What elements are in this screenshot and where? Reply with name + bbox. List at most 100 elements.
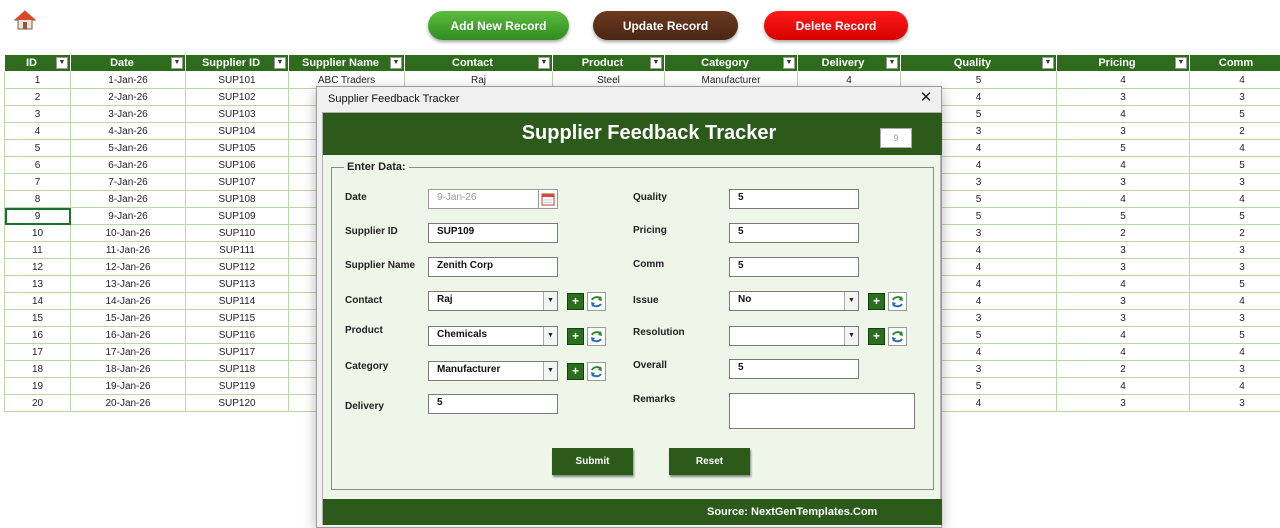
table-cell[interactable]: 3: [1056, 292, 1190, 310]
table-cell[interactable]: 6-Jan-26: [70, 156, 186, 174]
filter-dropdown-icon[interactable]: ▼: [1042, 57, 1054, 69]
table-cell[interactable]: 5-Jan-26: [70, 139, 186, 157]
table-cell[interactable]: 15-Jan-26: [70, 309, 186, 327]
pricing-field[interactable]: 5: [729, 223, 859, 243]
refresh-issue-icon[interactable]: [888, 292, 907, 311]
table-cell[interactable]: 6: [4, 156, 71, 174]
table-cell[interactable]: 8: [4, 190, 71, 208]
filter-dropdown-icon[interactable]: ▼: [783, 57, 795, 69]
column-header[interactable]: Comm▼: [1189, 54, 1280, 72]
column-header[interactable]: Pricing ▼: [1056, 54, 1190, 72]
table-cell[interactable]: 20-Jan-26: [70, 394, 186, 412]
table-cell[interactable]: 4: [1189, 343, 1280, 361]
table-cell[interactable]: SUP116: [185, 326, 289, 344]
table-cell[interactable]: 20: [4, 394, 71, 412]
table-cell[interactable]: 4: [1056, 343, 1190, 361]
table-cell[interactable]: 16-Jan-26: [70, 326, 186, 344]
table-cell[interactable]: SUP101: [185, 71, 289, 89]
dropdown-arrow-icon[interactable]: ▼: [543, 292, 557, 310]
add-contact-plus-icon[interactable]: +: [567, 293, 584, 310]
table-cell[interactable]: 10-Jan-26: [70, 224, 186, 242]
table-cell[interactable]: 3: [1189, 173, 1280, 191]
table-cell[interactable]: 18-Jan-26: [70, 360, 186, 378]
delivery-field[interactable]: 5: [428, 394, 558, 414]
dropdown-arrow-icon[interactable]: ▼: [543, 362, 557, 380]
filter-dropdown-icon[interactable]: ▼: [650, 57, 662, 69]
table-cell[interactable]: 5: [1189, 207, 1280, 225]
table-cell[interactable]: 5: [4, 139, 71, 157]
table-cell[interactable]: 7: [4, 173, 71, 191]
table-cell[interactable]: 5: [1056, 139, 1190, 157]
table-cell[interactable]: SUP113: [185, 275, 289, 293]
table-cell[interactable]: 5: [1189, 326, 1280, 344]
table-cell[interactable]: 4: [1056, 71, 1190, 89]
table-cell[interactable]: SUP110: [185, 224, 289, 242]
table-cell[interactable]: 10: [4, 224, 71, 242]
table-cell[interactable]: 4: [1189, 292, 1280, 310]
refresh-product-icon[interactable]: [587, 327, 606, 346]
table-cell[interactable]: SUP112: [185, 258, 289, 276]
supplier-name-field[interactable]: Zenith Corp: [428, 257, 558, 277]
home-icon[interactable]: [13, 10, 37, 30]
issue-combo[interactable]: No ▼: [729, 291, 859, 311]
table-cell[interactable]: 4: [1189, 190, 1280, 208]
delete-record-button[interactable]: Delete Record: [764, 11, 908, 40]
table-cell[interactable]: 4: [1189, 139, 1280, 157]
table-cell[interactable]: SUP115: [185, 309, 289, 327]
table-cell[interactable]: 16: [4, 326, 71, 344]
table-cell[interactable]: SUP114: [185, 292, 289, 310]
table-cell[interactable]: 3: [1056, 122, 1190, 140]
table-cell[interactable]: SUP111: [185, 241, 289, 259]
refresh-contact-icon[interactable]: [587, 292, 606, 311]
filter-dropdown-icon[interactable]: ▼: [274, 57, 286, 69]
table-cell[interactable]: 12-Jan-26: [70, 258, 186, 276]
column-header[interactable]: Supplier ID ▼: [185, 54, 289, 72]
table-cell[interactable]: SUP104: [185, 122, 289, 140]
column-header[interactable]: Quality ▼: [900, 54, 1057, 72]
table-cell[interactable]: 19-Jan-26: [70, 377, 186, 395]
table-cell[interactable]: 19: [4, 377, 71, 395]
table-cell[interactable]: 4: [1056, 190, 1190, 208]
dropdown-arrow-icon[interactable]: ▼: [844, 292, 858, 310]
table-cell[interactable]: 2: [1056, 224, 1190, 242]
table-cell[interactable]: SUP108: [185, 190, 289, 208]
column-header[interactable]: ID ▼: [4, 54, 71, 72]
table-cell[interactable]: 15: [4, 309, 71, 327]
add-product-plus-icon[interactable]: +: [567, 328, 584, 345]
filter-dropdown-icon[interactable]: ▼: [886, 57, 898, 69]
table-cell[interactable]: 4: [1056, 275, 1190, 293]
table-cell[interactable]: SUP106: [185, 156, 289, 174]
add-category-plus-icon[interactable]: +: [567, 363, 584, 380]
table-cell[interactable]: SUP103: [185, 105, 289, 123]
table-cell[interactable]: SUP118: [185, 360, 289, 378]
table-cell[interactable]: 12: [4, 258, 71, 276]
table-cell[interactable]: 9-Jan-26: [70, 207, 186, 225]
add-resolution-plus-icon[interactable]: +: [868, 328, 885, 345]
table-cell[interactable]: 5: [1189, 105, 1280, 123]
table-cell[interactable]: 14: [4, 292, 71, 310]
table-cell[interactable]: 5: [1189, 275, 1280, 293]
table-cell[interactable]: 4: [1189, 377, 1280, 395]
column-header[interactable]: Contact ▼: [404, 54, 553, 72]
table-cell[interactable]: 8-Jan-26: [70, 190, 186, 208]
table-cell[interactable]: 2: [1189, 122, 1280, 140]
add-new-record-button[interactable]: Add New Record: [428, 11, 569, 40]
table-cell[interactable]: 5: [1056, 207, 1190, 225]
submit-button[interactable]: Submit: [552, 448, 633, 475]
table-cell[interactable]: SUP105: [185, 139, 289, 157]
table-cell[interactable]: 7-Jan-26: [70, 173, 186, 191]
reset-button[interactable]: Reset: [669, 448, 750, 475]
column-header[interactable]: Delivery ▼: [797, 54, 901, 72]
resolution-combo[interactable]: ▼: [729, 326, 859, 346]
table-cell[interactable]: 14-Jan-26: [70, 292, 186, 310]
table-cell[interactable]: 3: [1189, 360, 1280, 378]
quality-field[interactable]: 5: [729, 189, 859, 209]
table-cell[interactable]: SUP107: [185, 173, 289, 191]
table-cell[interactable]: SUP109: [185, 207, 289, 225]
table-cell[interactable]: 2: [1189, 224, 1280, 242]
column-header[interactable]: Date ▼: [70, 54, 186, 72]
table-cell[interactable]: 3: [4, 105, 71, 123]
table-cell[interactable]: 4: [1056, 377, 1190, 395]
table-cell[interactable]: 3: [1189, 88, 1280, 106]
column-header[interactable]: Product ▼: [552, 54, 665, 72]
